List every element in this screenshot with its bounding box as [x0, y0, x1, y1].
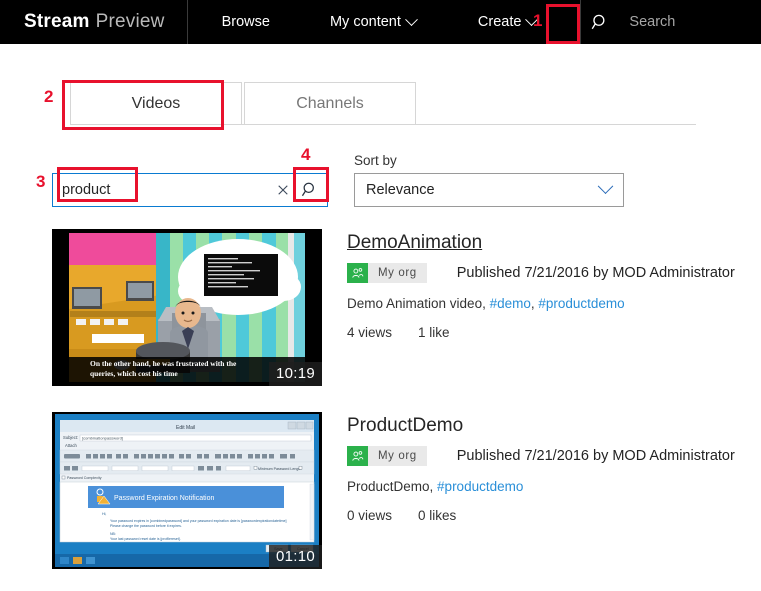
video-thumbnail[interactable]: On the other hand, he was frustrated wit… — [52, 229, 322, 386]
people-group-icon — [347, 263, 368, 283]
video-stats: 4 views 1 like — [347, 325, 761, 340]
tab-channels[interactable]: Channels — [244, 82, 416, 124]
annotation-number-2: 2 — [44, 87, 53, 107]
tabs-region: Videos Channels — [0, 82, 761, 125]
org-visibility-badge: My org — [347, 263, 427, 283]
svg-text:Edit Mail: Edit Mail — [176, 425, 195, 431]
publish-row: My org Published 7/21/2016 by MOD Admini… — [347, 446, 761, 466]
publish-row: My org Published 7/21/2016 by MOD Admini… — [347, 263, 761, 283]
nav-divider-right — [580, 0, 581, 44]
video-title-link[interactable]: DemoAnimation — [347, 232, 482, 254]
people-group-icon — [347, 446, 368, 466]
result-item: Edit Mail Subject: [combinationpassword]… — [52, 412, 761, 569]
chevron-down-icon — [405, 13, 418, 26]
org-badge-label: My org — [368, 263, 427, 283]
top-navbar: Stream Preview Browse My content Create … — [0, 0, 761, 44]
search-controls-row: Sort by Relevance — [0, 153, 761, 207]
hashtag-link[interactable]: #demo — [490, 296, 531, 311]
result-meta: ProductDemo My org Published 7/21/2016 b… — [347, 412, 761, 569]
video-duration-badge: 01:10 — [269, 545, 322, 569]
hashtag-link[interactable]: #productdemo — [437, 479, 523, 494]
svg-text:On the other hand, he was frus: On the other hand, he was frustrated wit… — [90, 359, 237, 368]
nav-item-create[interactable]: Create — [460, 0, 581, 44]
search-box[interactable] — [52, 173, 328, 207]
org-badge-label: My org — [368, 446, 427, 466]
svg-text:[combinationpassword]: [combinationpassword] — [82, 436, 123, 441]
sort-by-label: Sort by — [354, 153, 624, 168]
svg-text:Password Expiration Notificati: Password Expiration Notification — [114, 495, 214, 502]
search-icon[interactable] — [587, 9, 613, 35]
result-item: On the other hand, he was frustrated wit… — [52, 229, 761, 386]
svg-text:Subject:: Subject: — [63, 435, 78, 440]
header-search-placeholder[interactable]: Search — [629, 14, 675, 30]
video-stats: 0 views 0 likes — [347, 508, 761, 523]
tab-videos[interactable]: Videos — [70, 82, 242, 124]
video-description: Demo Animation video, #demo, #productdem… — [347, 296, 761, 311]
nav-item-create-label: Create — [478, 14, 522, 30]
like-count: 0 likes — [418, 508, 456, 523]
video-title-link[interactable]: ProductDemo — [347, 415, 463, 437]
view-count: 4 views — [347, 325, 392, 340]
svg-text:Attach: Attach — [65, 443, 78, 448]
sort-by-control: Sort by Relevance — [354, 153, 624, 207]
tab-videos-label: Videos — [132, 95, 181, 113]
nav-item-browse[interactable]: Browse — [188, 0, 312, 44]
nav-item-browse-label: Browse — [222, 14, 270, 30]
published-info: Published 7/21/2016 by MOD Administrator — [457, 448, 735, 464]
svg-text:Your password expires in [comb: Your password expires in [combinedpasswo… — [110, 519, 287, 523]
sort-by-select[interactable]: Relevance — [354, 173, 624, 207]
search-results-list: On the other hand, he was frustrated wit… — [0, 229, 761, 569]
description-text: ProductDemo, — [347, 479, 437, 494]
brand-secondary: Preview — [96, 11, 165, 33]
search-submit-icon[interactable] — [295, 175, 325, 205]
chevron-down-icon — [598, 178, 614, 194]
close-x-icon[interactable] — [273, 180, 293, 200]
search-input[interactable] — [53, 182, 273, 198]
description-text: Demo Animation video, — [347, 296, 490, 311]
nav-item-my-content-label: My content — [330, 14, 401, 30]
annotation-number-1: 1 — [533, 11, 542, 31]
like-count: 1 like — [418, 325, 450, 340]
svg-text:Minimum Password Length: Minimum Password Length — [258, 467, 301, 471]
app-logo[interactable]: Stream Preview — [0, 11, 187, 33]
video-duration-badge: 10:19 — [269, 362, 322, 386]
tab-list: Videos Channels — [70, 82, 696, 125]
brand-primary: Stream — [24, 11, 90, 33]
video-thumbnail[interactable]: Edit Mail Subject: [combinationpassword]… — [52, 412, 322, 569]
svg-text:Password Complexity: Password Complexity — [67, 476, 102, 480]
view-count: 0 views — [347, 508, 392, 523]
svg-text:NB:: NB: — [110, 532, 116, 536]
header-search-area[interactable]: Search — [587, 0, 675, 44]
annotation-number-3: 3 — [36, 172, 45, 192]
sort-by-value: Relevance — [366, 182, 435, 198]
hashtag-link[interactable]: #productdemo — [538, 296, 624, 311]
svg-text:Hi,: Hi, — [102, 512, 106, 516]
org-visibility-badge: My org — [347, 446, 427, 466]
svg-text:queries, which cost his time: queries, which cost his time — [90, 369, 178, 378]
svg-text:Please change the password bef: Please change the password before it exp… — [110, 524, 182, 528]
result-meta: DemoAnimation My org Published 7/21/2016… — [347, 229, 761, 386]
video-description: ProductDemo, #productdemo — [347, 479, 761, 494]
published-info: Published 7/21/2016 by MOD Administrator — [457, 265, 735, 281]
nav-item-my-content[interactable]: My content — [312, 0, 460, 44]
svg-text:Your last password reset date: Your last password reset date is [profil… — [110, 537, 181, 541]
annotation-number-4: 4 — [301, 145, 310, 165]
tab-channels-label: Channels — [296, 95, 364, 113]
